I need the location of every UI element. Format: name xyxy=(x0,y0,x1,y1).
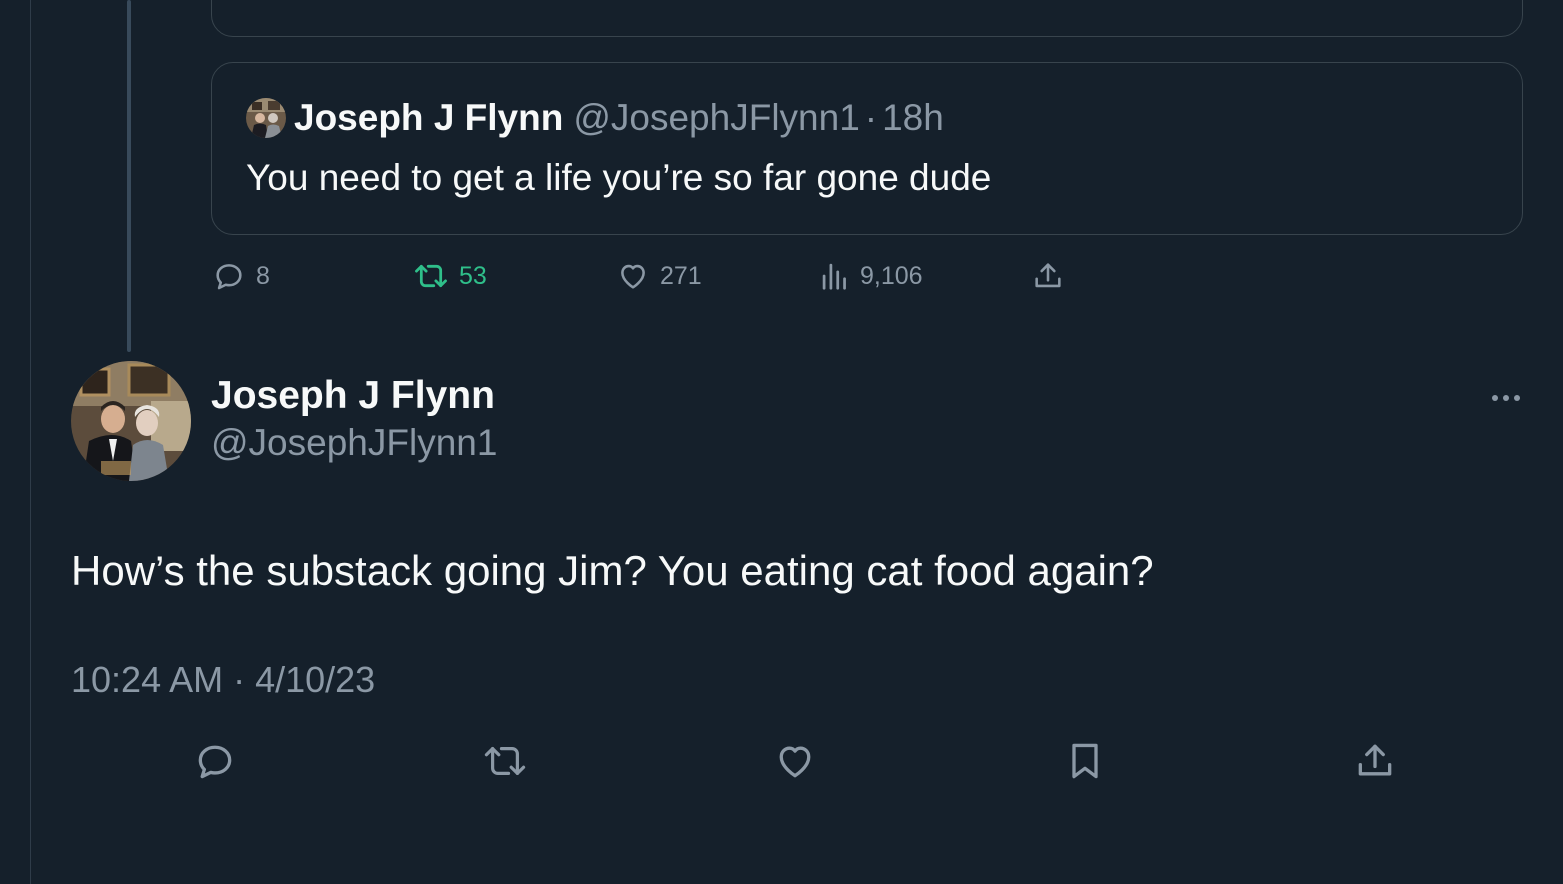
views-count: 9,106 xyxy=(860,261,923,290)
retweet-icon xyxy=(482,739,528,788)
separator-dot: · xyxy=(864,97,878,138)
author-handle[interactable]: @JosephJFlynn1 xyxy=(211,422,497,464)
thread-connector-line xyxy=(127,0,131,352)
reply-count-button[interactable]: 8 xyxy=(212,256,270,296)
like-count-button[interactable]: 271 xyxy=(616,256,702,296)
quoted-tweet-header: Joseph J Flynn @JosephJFlynn1 · 18h xyxy=(246,97,944,139)
reply-icon xyxy=(212,259,246,293)
quoted-author-handle[interactable]: @JosephJFlynn1 xyxy=(573,97,859,139)
more-icon[interactable] xyxy=(1486,383,1526,413)
tweet-text: How’s the substack going Jim? You eating… xyxy=(71,547,1154,594)
share-button[interactable] xyxy=(1350,738,1400,788)
retweet-count-button[interactable]: 53 xyxy=(413,256,487,296)
bookmark-icon xyxy=(1063,739,1107,788)
author-avatar[interactable] xyxy=(71,361,191,481)
author-name[interactable]: Joseph J Flynn xyxy=(211,374,495,418)
share-icon xyxy=(1353,739,1397,788)
reply-icon xyxy=(193,739,237,788)
previous-quote-card[interactable] xyxy=(211,0,1523,37)
column-border xyxy=(30,0,31,884)
bookmark-button[interactable] xyxy=(1060,738,1110,788)
share-icon xyxy=(1031,259,1065,293)
retweet-button[interactable] xyxy=(480,738,530,788)
tweet-timestamp[interactable]: 10:24 AM · 4/10/23 xyxy=(71,659,375,701)
retweet-count: 53 xyxy=(459,261,487,290)
retweet-icon xyxy=(413,259,449,293)
share-button-small[interactable] xyxy=(1031,256,1065,296)
heart-icon xyxy=(773,739,817,788)
quoted-tweet-card[interactable]: Joseph J Flynn @JosephJFlynn1 · 18h You … xyxy=(211,62,1523,235)
like-count: 271 xyxy=(660,261,702,290)
quoted-tweet-time[interactable]: 18h xyxy=(882,97,944,139)
heart-icon xyxy=(616,259,650,293)
quoted-author-name[interactable]: Joseph J Flynn xyxy=(294,97,563,139)
quoted-author-avatar[interactable] xyxy=(246,98,286,138)
views-icon xyxy=(820,259,850,293)
reply-button[interactable] xyxy=(190,738,240,788)
views-count-button[interactable]: 9,106 xyxy=(820,256,923,296)
like-button[interactable] xyxy=(770,738,820,788)
quoted-tweet-text: You need to get a life you’re so far gon… xyxy=(246,157,992,198)
reply-count: 8 xyxy=(256,261,270,290)
tweet-detail-page: Joseph J Flynn @JosephJFlynn1 · 18h You … xyxy=(0,0,1563,884)
